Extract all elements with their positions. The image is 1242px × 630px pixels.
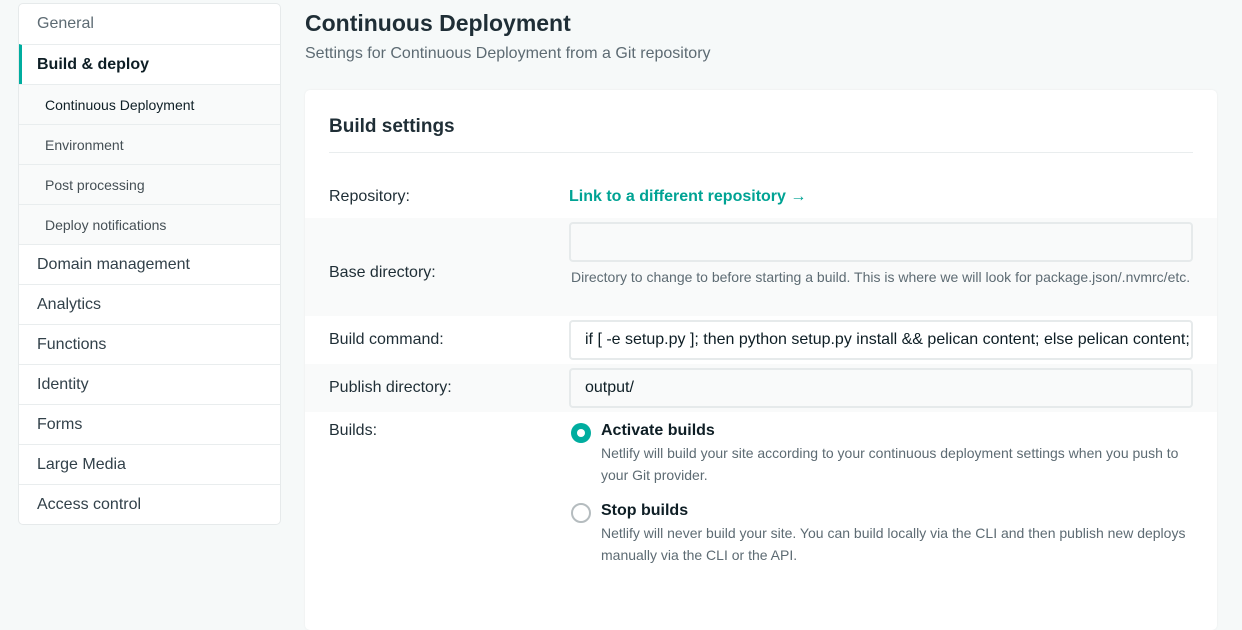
publish-directory-row: Publish directory: output/ (305, 364, 1217, 412)
build-command-row: Build command: if [ -e setup.py ]; then … (305, 316, 1217, 364)
sidebar-item-general[interactable]: General (19, 4, 280, 44)
activate-builds-title: Activate builds (601, 422, 1195, 440)
sidebar-subitem-continuous-deployment[interactable]: Continuous Deployment (19, 84, 280, 124)
divider (329, 152, 1193, 153)
base-directory-input[interactable] (569, 222, 1193, 262)
radio-stop-builds[interactable] (571, 503, 591, 523)
builds-label: Builds: (329, 422, 377, 440)
publish-directory-label: Publish directory: (329, 379, 452, 397)
sidebar-item-large-media[interactable]: Large Media (19, 444, 280, 484)
build-settings-card: Build settings Repository: Link to a dif… (305, 90, 1217, 630)
base-directory-label: Base directory: (329, 264, 436, 282)
sidebar-subitem-environment[interactable]: Environment (19, 124, 280, 164)
radio-activate-builds[interactable] (571, 423, 591, 443)
sidebar-subitem-deploy-notifications[interactable]: Deploy notifications (19, 204, 280, 244)
page-title: Continuous Deployment (305, 10, 571, 37)
link-different-repository[interactable]: Link to a different repository → (569, 188, 1193, 206)
page-subtitle: Settings for Continuous Deployment from … (305, 45, 711, 63)
repository-label: Repository: (329, 188, 410, 206)
stop-builds-option[interactable]: Stop builds Netlify will never build you… (571, 502, 1195, 566)
sidebar-item-identity[interactable]: Identity (19, 364, 280, 404)
sidebar-subitem-post-processing[interactable]: Post processing (19, 164, 280, 204)
repository-row: Repository: Link to a different reposito… (305, 186, 1217, 218)
build-command-label: Build command: (329, 331, 444, 349)
sidebar-item-analytics[interactable]: Analytics (19, 284, 280, 324)
publish-directory-input[interactable]: output/ (569, 368, 1193, 408)
build-command-input[interactable]: if [ -e setup.py ]; then python setup.py… (569, 320, 1193, 360)
settings-sidebar: General Build & deploy Continuous Deploy… (18, 3, 281, 525)
activate-builds-description: Netlify will build your site according t… (601, 442, 1195, 486)
sidebar-item-forms[interactable]: Forms (19, 404, 280, 444)
activate-builds-option[interactable]: Activate builds Netlify will build your … (571, 422, 1195, 486)
base-directory-help: Directory to change to before starting a… (569, 266, 1193, 288)
sidebar-item-build-deploy[interactable]: Build & deploy (19, 44, 280, 84)
base-directory-row: Base directory: Directory to change to b… (305, 218, 1217, 316)
card-title: Build settings (329, 116, 455, 138)
sidebar-item-access-control[interactable]: Access control (19, 484, 280, 524)
stop-builds-description: Netlify will never build your site. You … (601, 522, 1195, 566)
sidebar-item-functions[interactable]: Functions (19, 324, 280, 364)
sidebar-item-domain-management[interactable]: Domain management (19, 244, 280, 284)
stop-builds-title: Stop builds (601, 502, 1195, 520)
